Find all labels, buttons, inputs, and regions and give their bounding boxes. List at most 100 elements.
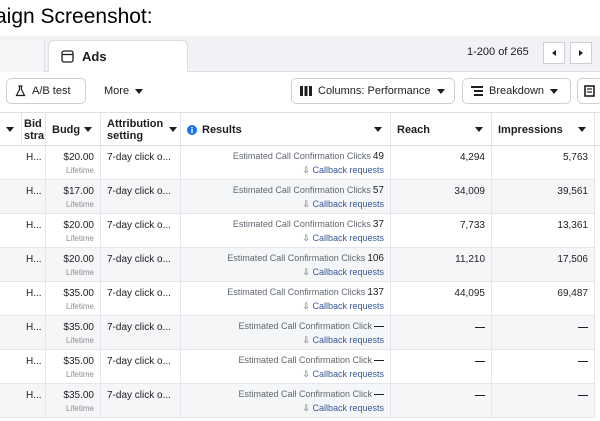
pager-prev-button[interactable] [543, 42, 565, 64]
reach-cell: — [391, 384, 492, 417]
column-header-budget[interactable]: Budg [46, 113, 101, 146]
column-header-label: Budg [52, 123, 81, 136]
impressions-cell: 39,561 [492, 180, 595, 213]
table-row[interactable]: H... $35.00 Lifetime 7-day click o... Est… [0, 316, 600, 350]
results-type-link[interactable]: Callback requests [312, 403, 384, 413]
column-header-bid-strategy[interactable]: Bid stra [22, 113, 46, 146]
pager-range: 1-200 of 265 [467, 46, 529, 58]
table-body: H... $20.00 Lifetime 7-day click o... Est… [0, 146, 600, 418]
budget-cell[interactable]: $20.00 Lifetime [46, 248, 101, 281]
reach-cell: 7,733 [391, 214, 492, 247]
budget-cell[interactable]: $35.00 Lifetime [46, 282, 101, 315]
column-header-reach[interactable]: Reach [391, 113, 492, 146]
budget-cell[interactable]: $20.00 Lifetime [46, 146, 101, 179]
results-label: Estimated Call Confirmation Click [238, 355, 372, 365]
tab-ads[interactable]: Ads [48, 40, 188, 72]
impressions-cell: 13,361 [492, 214, 595, 247]
pointer-icon: ⇩ [302, 301, 310, 311]
budget-type: Lifetime [65, 234, 94, 243]
results-type-link[interactable]: Callback requests [312, 267, 384, 277]
reports-button[interactable] [577, 78, 600, 104]
ads-icon [61, 50, 74, 63]
table-row[interactable]: H... $20.00 Lifetime 7-day click o... Est… [0, 248, 600, 282]
results-value: — [374, 321, 384, 332]
chevron-down-icon [374, 127, 382, 132]
bid-strategy-cell: H... [0, 316, 46, 349]
results-label: Estimated Call Confirmation Clicks [227, 253, 366, 263]
budget-amount: $35.00 [63, 390, 94, 401]
chevron-down-icon [84, 127, 93, 132]
results-type-link[interactable]: Callback requests [312, 165, 384, 175]
results-type-link[interactable]: Callback requests [312, 369, 384, 379]
results-value: 106 [367, 253, 384, 264]
budget-cell[interactable]: $35.00 Lifetime [46, 350, 101, 383]
breakdown-label: Breakdown [489, 85, 545, 97]
column-header-label: Results [202, 123, 242, 136]
budget-cell[interactable]: $17.00 Lifetime [46, 180, 101, 213]
impressions-cell: 5,763 [492, 146, 595, 179]
results-type-link[interactable]: Callback requests [312, 233, 384, 243]
chevron-down-icon [135, 88, 144, 94]
column-header-impressions[interactable]: Impressions [492, 113, 595, 146]
attribution-cell: 7-day click o... [101, 248, 181, 281]
results-label: Estimated Call Confirmation Clicks [232, 185, 371, 195]
reach-cell: — [391, 316, 492, 349]
budget-type: Lifetime [65, 268, 94, 277]
ab-test-label: A/B test [32, 85, 71, 97]
columns-icon [300, 86, 312, 96]
table-row[interactable]: H... $35.00 Lifetime 7-day click o... Est… [0, 350, 600, 384]
columns-button[interactable]: Columns: Performance [291, 78, 455, 104]
results-cell: Estimated Call Confirmation Clicks 37 ⇩ Ca… [181, 214, 391, 247]
budget-cell[interactable]: $20.00 Lifetime [46, 214, 101, 247]
breakdown-button[interactable]: Breakdown [462, 78, 571, 104]
chevron-down-icon [475, 127, 483, 132]
caret-left-icon [552, 50, 556, 56]
bid-strategy-cell: H... [0, 214, 46, 247]
column-header-stub[interactable] [0, 113, 22, 146]
pointer-icon: ⇩ [302, 369, 310, 379]
tab-previous[interactable] [0, 40, 45, 72]
ab-test-button[interactable]: A/B test [6, 78, 86, 104]
chevron-down-icon [169, 127, 177, 132]
pager-next-button[interactable] [570, 42, 592, 64]
results-cell: Estimated Call Confirmation Clicks 57 ⇩ Ca… [181, 180, 391, 213]
table-row[interactable]: H... $17.00 Lifetime 7-day click o... Est… [0, 180, 600, 214]
table-row[interactable]: H... $35.00 Lifetime 7-day click o... Est… [0, 384, 600, 418]
attribution-cell: 7-day click o... [101, 282, 181, 315]
pointer-icon: ⇩ [302, 233, 310, 243]
column-header-results[interactable]: Results [181, 113, 391, 146]
caret-right-icon [579, 50, 583, 56]
attribution-cell: 7-day click o... [101, 316, 181, 349]
reach-cell: — [391, 350, 492, 383]
chevron-down-icon [6, 127, 14, 132]
results-cell: Estimated Call Confirmation Clicks 137 ⇩ C… [181, 282, 391, 315]
reach-cell: 11,210 [391, 248, 492, 281]
results-label: Estimated Call Confirmation Click [238, 389, 372, 399]
tab-bar: Ads 1-200 of 265 [0, 36, 600, 72]
budget-cell[interactable]: $35.00 Lifetime [46, 384, 101, 417]
breakdown-icon [471, 86, 483, 96]
bid-strategy-cell: H... [0, 384, 46, 417]
budget-cell[interactable]: $35.00 Lifetime [46, 316, 101, 349]
column-header-label: Bid stra [24, 117, 44, 142]
bid-strategy-cell: H... [0, 248, 46, 281]
budget-type: Lifetime [65, 404, 94, 413]
results-cell: Estimated Call Confirmation Clicks 49 ⇩ Ca… [181, 146, 391, 179]
results-type-link[interactable]: Callback requests [312, 301, 384, 311]
column-header-attribution[interactable]: Attribution setting [101, 113, 181, 146]
table-row[interactable]: H... $20.00 Lifetime 7-day click o... Est… [0, 214, 600, 248]
results-value: 37 [372, 219, 384, 230]
results-type-link[interactable]: Callback requests [312, 199, 384, 209]
attribution-cell: 7-day click o... [101, 384, 181, 417]
results-cell: Estimated Call Confirmation Click — ⇩ Call… [181, 316, 391, 349]
budget-amount: $20.00 [63, 254, 94, 265]
tab-ads-label: Ads [82, 49, 107, 64]
results-cell: Estimated Call Confirmation Clicks 106 ⇩ C… [181, 248, 391, 281]
results-value: 137 [367, 287, 384, 298]
results-type-link[interactable]: Callback requests [312, 335, 384, 345]
budget-amount: $17.00 [63, 186, 94, 197]
more-button[interactable]: More [96, 78, 152, 104]
table-row[interactable]: H... $20.00 Lifetime 7-day click o... Est… [0, 146, 600, 180]
attribution-cell: 7-day click o... [101, 214, 181, 247]
table-row[interactable]: H... $35.00 Lifetime 7-day click o... Est… [0, 282, 600, 316]
